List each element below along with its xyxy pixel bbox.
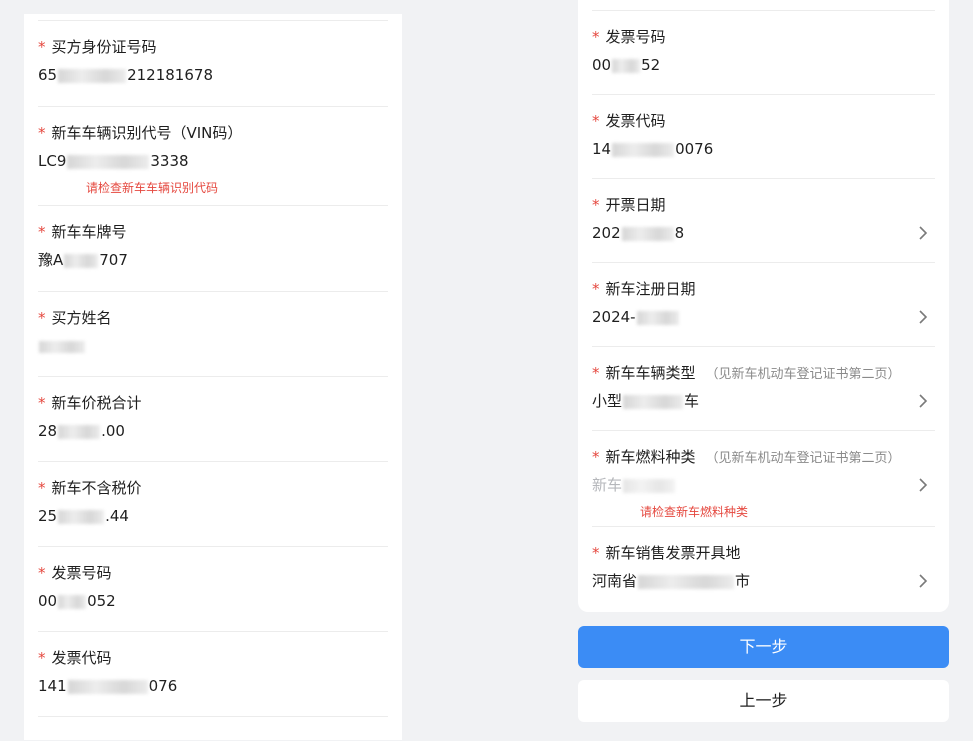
required-mark: * xyxy=(38,38,46,56)
redacted-blur xyxy=(58,68,127,83)
redacted-blur xyxy=(58,594,87,609)
field-invoice-code[interactable]: * 发票代码 141 076 xyxy=(38,631,388,717)
required-mark: * xyxy=(38,394,46,412)
previous-step-button[interactable]: 上一步 xyxy=(578,680,949,722)
field-value[interactable]: 河南省市 xyxy=(592,571,750,591)
field-label: * 发票代码 xyxy=(592,112,666,130)
fuel-type-error-message: 请检查新车燃料种类 xyxy=(640,505,749,519)
field-invoice-location[interactable]: * 新车销售发票开具地 河南省市 xyxy=(592,526,935,611)
required-mark: * xyxy=(592,112,600,130)
field-value[interactable]: 65 212181678 xyxy=(38,65,213,85)
field-value[interactable]: 小型车 xyxy=(592,391,699,411)
redacted-blur xyxy=(67,679,148,694)
field-label: * 买方姓名 xyxy=(38,309,112,327)
field-value[interactable]: 新车 xyxy=(592,475,676,495)
field-value[interactable]: 202 8 xyxy=(592,223,684,243)
field-invoice-number[interactable]: * 发票号码 00 052 xyxy=(38,546,388,632)
field-total-price[interactable]: * 新车价税合计 28.00 xyxy=(38,376,388,462)
field-label: * 新车销售发票开具地 xyxy=(592,544,741,562)
field-value[interactable]: 141 076 xyxy=(38,676,177,696)
field-value[interactable]: 28.00 xyxy=(38,421,125,441)
chevron-right-icon xyxy=(919,478,928,492)
required-mark: * xyxy=(592,544,600,562)
field-invoice-number[interactable]: * 发票号码 00 52 xyxy=(592,10,935,95)
field-label: * 新车车牌号 xyxy=(38,223,127,241)
field-plate-number[interactable]: * 新车车牌号 豫A 707 xyxy=(38,205,388,291)
field-label: * 新车不含税价 xyxy=(38,479,142,497)
redacted-blur xyxy=(638,574,735,589)
field-label: * 发票代码 xyxy=(38,649,112,667)
required-mark: * xyxy=(38,223,46,241)
redacted-blur xyxy=(623,394,684,409)
field-value[interactable]: 00 52 xyxy=(592,55,660,75)
required-mark: * xyxy=(38,309,46,327)
required-mark: * xyxy=(592,364,600,382)
field-vin[interactable]: * 新车车辆识别代号（VIN码） LC9 3338 请检查新车车辆识别代码 xyxy=(38,106,388,205)
chevron-right-icon xyxy=(919,394,928,408)
redacted-blur xyxy=(58,424,101,439)
field-label: * 发票号码 xyxy=(38,564,112,582)
required-mark: * xyxy=(592,280,600,298)
redacted-blur xyxy=(64,253,99,268)
required-mark: * xyxy=(38,479,46,497)
next-step-button[interactable]: 下一步 xyxy=(578,626,949,668)
chevron-right-icon xyxy=(919,574,928,588)
required-mark: * xyxy=(38,124,46,142)
required-mark: * xyxy=(592,448,600,466)
field-label: * 开票日期 xyxy=(592,196,666,214)
field-label: * 新车车辆类型 （见新车机动车登记证书第二页） xyxy=(592,364,901,382)
field-value[interactable]: 14 0076 xyxy=(592,139,713,159)
field-note: （见新车机动车登记证书第二页） xyxy=(705,451,901,466)
required-mark: * xyxy=(38,564,46,582)
field-label: * 新车燃料种类 （见新车机动车登记证书第二页） xyxy=(592,448,901,466)
field-buyer-name[interactable]: * 买方姓名 xyxy=(38,291,388,377)
field-price-excl-tax[interactable]: * 新车不含税价 25.44 xyxy=(38,461,388,547)
field-label: * 新车价税合计 xyxy=(38,394,142,412)
redacted-blur xyxy=(612,142,675,157)
chevron-right-icon xyxy=(919,310,928,324)
field-label: * 发票号码 xyxy=(592,28,666,46)
field-value[interactable]: 豫A 707 xyxy=(38,250,128,270)
field-invoice-date[interactable]: * 开票日期 202 8 xyxy=(592,178,935,263)
field-note: （见新车机动车登记证书第二页） xyxy=(705,367,901,382)
required-mark: * xyxy=(592,28,600,46)
redacted-blur xyxy=(623,478,676,493)
chevron-right-icon xyxy=(919,226,928,240)
field-value[interactable]: 00 052 xyxy=(38,591,116,611)
field-label: * 新车车辆识别代号（VIN码） xyxy=(38,124,243,142)
field-registration-date[interactable]: * 新车注册日期 2024- xyxy=(592,262,935,347)
redacted-blur xyxy=(621,226,674,241)
field-buyer-id[interactable]: * 买方身份证号码 65 212181678 xyxy=(38,20,388,106)
field-divider xyxy=(38,716,388,741)
field-invoice-code[interactable]: * 发票代码 14 0076 xyxy=(592,94,935,179)
redacted-blur xyxy=(58,509,105,524)
field-value[interactable]: LC9 3338 xyxy=(38,151,189,171)
required-mark: * xyxy=(38,649,46,667)
right-form-card: * 发票号码 00 52 * 发票代码 14 0076 * 开票日期 202 8 * 新车注册… xyxy=(578,0,949,612)
redacted-blur xyxy=(636,310,679,325)
left-form-panel: * 买方身份证号码 65 212181678 * 新车车辆识别代号（VIN码） LC9… xyxy=(24,14,402,740)
field-fuel-type[interactable]: * 新车燃料种类 （见新车机动车登记证书第二页） 新车 请检查新车燃料种类 xyxy=(592,430,935,527)
redacted-blur xyxy=(612,58,641,73)
field-label: * 买方身份证号码 xyxy=(38,38,157,56)
required-mark: * xyxy=(592,196,600,214)
redacted-blur xyxy=(39,340,85,353)
field-vehicle-type[interactable]: * 新车车辆类型 （见新车机动车登记证书第二页） 小型车 xyxy=(592,346,935,431)
field-label: * 新车注册日期 xyxy=(592,280,696,298)
field-value[interactable] xyxy=(38,336,86,356)
field-value[interactable]: 2024- xyxy=(592,307,680,327)
redacted-blur xyxy=(67,154,150,169)
vin-error-message: 请检查新车车辆识别代码 xyxy=(86,181,219,195)
field-value[interactable]: 25.44 xyxy=(38,506,129,526)
